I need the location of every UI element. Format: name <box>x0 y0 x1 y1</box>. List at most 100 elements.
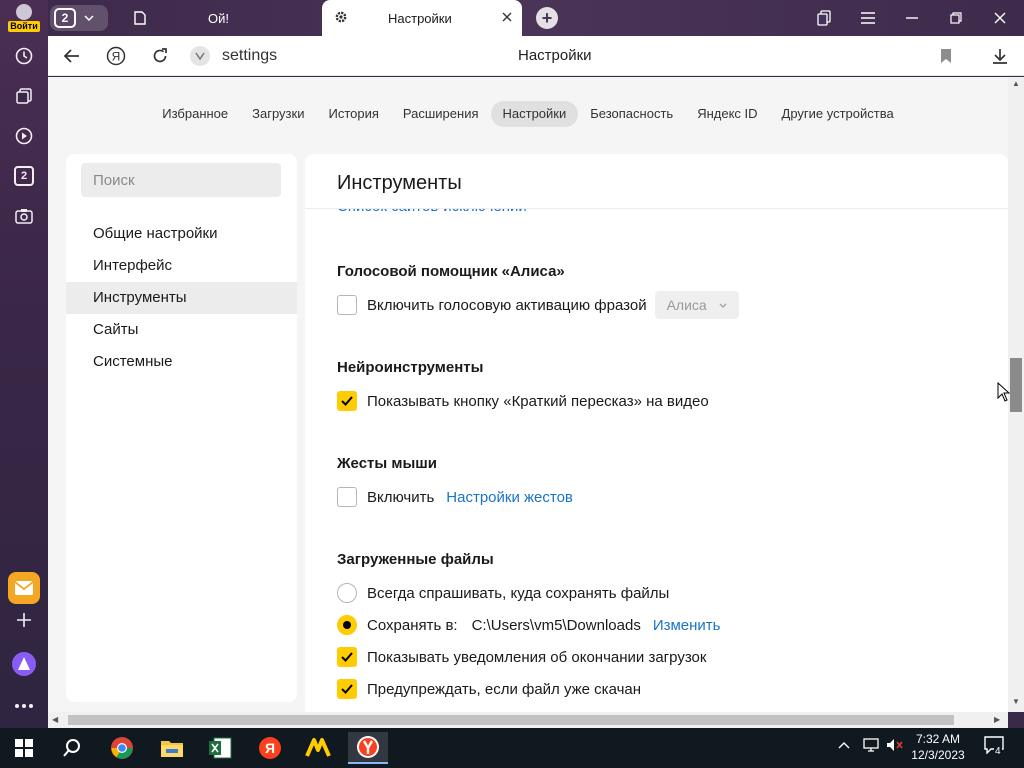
exceptions-list-link[interactable]: Список сайтов-исключений <box>337 208 527 215</box>
notification-center-icon[interactable]: 4 <box>984 736 1008 760</box>
yandex-home-icon[interactable]: Я <box>102 42 130 70</box>
gestures-label: Включить <box>367 488 435 506</box>
nav-settings[interactable]: Настройки <box>490 101 579 127</box>
ask-location-radio[interactable] <box>337 583 357 603</box>
side-item-system[interactable]: Системные <box>66 346 297 378</box>
chrome-icon[interactable] <box>102 732 142 764</box>
url-field[interactable]: settings <box>222 47 277 65</box>
side-item-general[interactable]: Общие настройки <box>66 218 297 250</box>
nav-downloads[interactable]: Загрузки <box>240 101 316 127</box>
window-close-icon[interactable] <box>978 0 1022 36</box>
tab-counter-button[interactable]: 2 <box>50 5 108 31</box>
clock-time: 7:32 AM <box>915 732 961 746</box>
notify-checkbox[interactable] <box>337 647 357 667</box>
page-title: Настройки <box>518 47 592 64</box>
neuro-summary-label: Показывать кнопку «Краткий пересказ» на … <box>367 392 709 410</box>
search-input[interactable] <box>81 163 281 197</box>
search-icon[interactable] <box>52 732 92 764</box>
nav-yandex-id[interactable]: Яндекс ID <box>685 101 769 127</box>
neuro-section-title: Нейроинструменты <box>337 359 484 376</box>
yandex-icon[interactable]: Я <box>250 732 290 764</box>
tab-oi[interactable]: Ой! <box>122 0 320 36</box>
alice-icon[interactable] <box>8 648 40 680</box>
collections-icon[interactable] <box>8 80 40 112</box>
notify-label: Показывать уведомления об окончании загр… <box>367 648 707 666</box>
side-item-sites[interactable]: Сайты <box>66 314 297 346</box>
tab-label: Ой! <box>208 10 229 26</box>
settings-top-nav: Избранное Загрузки История Расширения На… <box>48 101 1008 131</box>
address-bar: Я settings Настройки <box>48 36 1024 76</box>
warn-duplicate-label: Предупреждать, если файл уже скачан <box>367 680 642 698</box>
neuro-summary-checkbox[interactable] <box>337 391 357 411</box>
mail-icon[interactable] <box>8 572 40 604</box>
gear-icon <box>334 10 348 27</box>
bookmark-icon[interactable] <box>932 42 960 70</box>
windows-taskbar: Я 7:32 AM 12/3/2023 4 <box>0 728 1024 768</box>
file-explorer-icon[interactable] <box>152 732 192 764</box>
horizontal-scroll-thumb[interactable] <box>68 715 954 725</box>
back-arrow-icon[interactable] <box>58 42 86 70</box>
reload-icon[interactable] <box>146 42 174 70</box>
mouse-cursor-icon <box>997 382 1010 402</box>
menu-icon[interactable] <box>846 0 890 36</box>
gestures-settings-link[interactable]: Настройки жестов <box>446 489 573 506</box>
close-icon[interactable] <box>502 9 512 27</box>
more-dots-icon[interactable] <box>8 690 40 722</box>
alice-section-title: Голосовой помощник «Алиса» <box>337 263 565 280</box>
scroll-down-icon[interactable]: ▼ <box>1012 697 1020 706</box>
warn-duplicate-checkbox[interactable] <box>337 679 357 699</box>
collections-toolbar-icon[interactable] <box>802 0 846 36</box>
check-icon <box>341 396 353 406</box>
settings-side-menu: Общие настройки Интерфейс Инструменты Са… <box>66 154 297 702</box>
save-to-radio[interactable] <box>337 615 357 635</box>
minimize-icon[interactable] <box>890 0 934 36</box>
nav-security[interactable]: Безопасность <box>578 101 685 127</box>
yandex-browser-icon[interactable] <box>348 732 388 764</box>
horizontal-scrollbar[interactable]: ◀ ▶ <box>48 712 1008 728</box>
side-item-tools[interactable]: Инструменты <box>66 282 297 314</box>
yandex-market-icon[interactable] <box>298 732 338 764</box>
side-item-interface[interactable]: Интерфейс <box>66 250 297 282</box>
nav-extensions[interactable]: Расширения <box>391 101 491 127</box>
nav-favorites[interactable]: Избранное <box>150 101 240 127</box>
ask-location-label: Всегда спрашивать, куда сохранять файлы <box>367 584 670 602</box>
tabs-counter-label: 2 <box>14 166 34 186</box>
gestures-checkbox[interactable] <box>337 487 357 507</box>
download-icon[interactable] <box>986 42 1014 70</box>
network-icon[interactable] <box>862 738 880 755</box>
vertical-scrollbar[interactable]: ▲ ▼ <box>1008 77 1024 712</box>
tabs-counter-icon[interactable]: 2 <box>8 160 40 192</box>
avatar <box>16 4 32 20</box>
tab-label: Настройки <box>388 10 452 26</box>
volume-muted-icon[interactable] <box>886 738 904 755</box>
nav-other-devices[interactable]: Другие устройства <box>770 101 906 127</box>
screenshot-camera-icon[interactable] <box>8 200 40 232</box>
excel-icon[interactable] <box>200 732 240 764</box>
alice-phrase-select[interactable]: Алиса <box>654 291 739 319</box>
nav-history[interactable]: История <box>316 101 390 127</box>
tab-settings[interactable]: Настройки <box>322 0 522 36</box>
site-protect-icon[interactable] <box>190 46 210 66</box>
history-clock-icon[interactable] <box>8 40 40 72</box>
new-tab-button[interactable]: + <box>536 7 558 29</box>
svg-text:Я: Я <box>265 740 275 756</box>
change-path-link[interactable]: Изменить <box>653 617 721 634</box>
settings-main-panel: Список сайтов-исключений Инструменты Гол… <box>305 154 1008 712</box>
tray-chevron-up-icon[interactable] <box>838 738 850 752</box>
neuro-summary-row: Показывать кнопку «Краткий пересказ» на … <box>337 389 709 413</box>
video-play-icon[interactable] <box>8 120 40 152</box>
add-plus-icon[interactable] <box>8 604 40 636</box>
ask-location-row: Всегда спрашивать, куда сохранять файлы <box>337 581 669 605</box>
notify-row: Показывать уведомления об окончании загр… <box>337 645 706 669</box>
restore-icon[interactable] <box>934 0 978 36</box>
login-button[interactable]: Войти <box>6 2 42 34</box>
clock-date: 12/3/2023 <box>911 748 965 762</box>
alice-activation-checkbox[interactable] <box>337 295 357 315</box>
scroll-right-icon[interactable]: ▶ <box>994 715 1000 724</box>
svg-text:Я: Я <box>112 50 121 64</box>
scroll-up-icon[interactable]: ▲ <box>1012 79 1020 88</box>
taskbar-clock[interactable]: 7:32 AM 12/3/2023 <box>905 731 971 763</box>
vertical-scroll-thumb[interactable] <box>1010 358 1022 412</box>
windows-start-icon[interactable] <box>4 732 44 764</box>
scroll-left-icon[interactable]: ◀ <box>52 715 58 724</box>
